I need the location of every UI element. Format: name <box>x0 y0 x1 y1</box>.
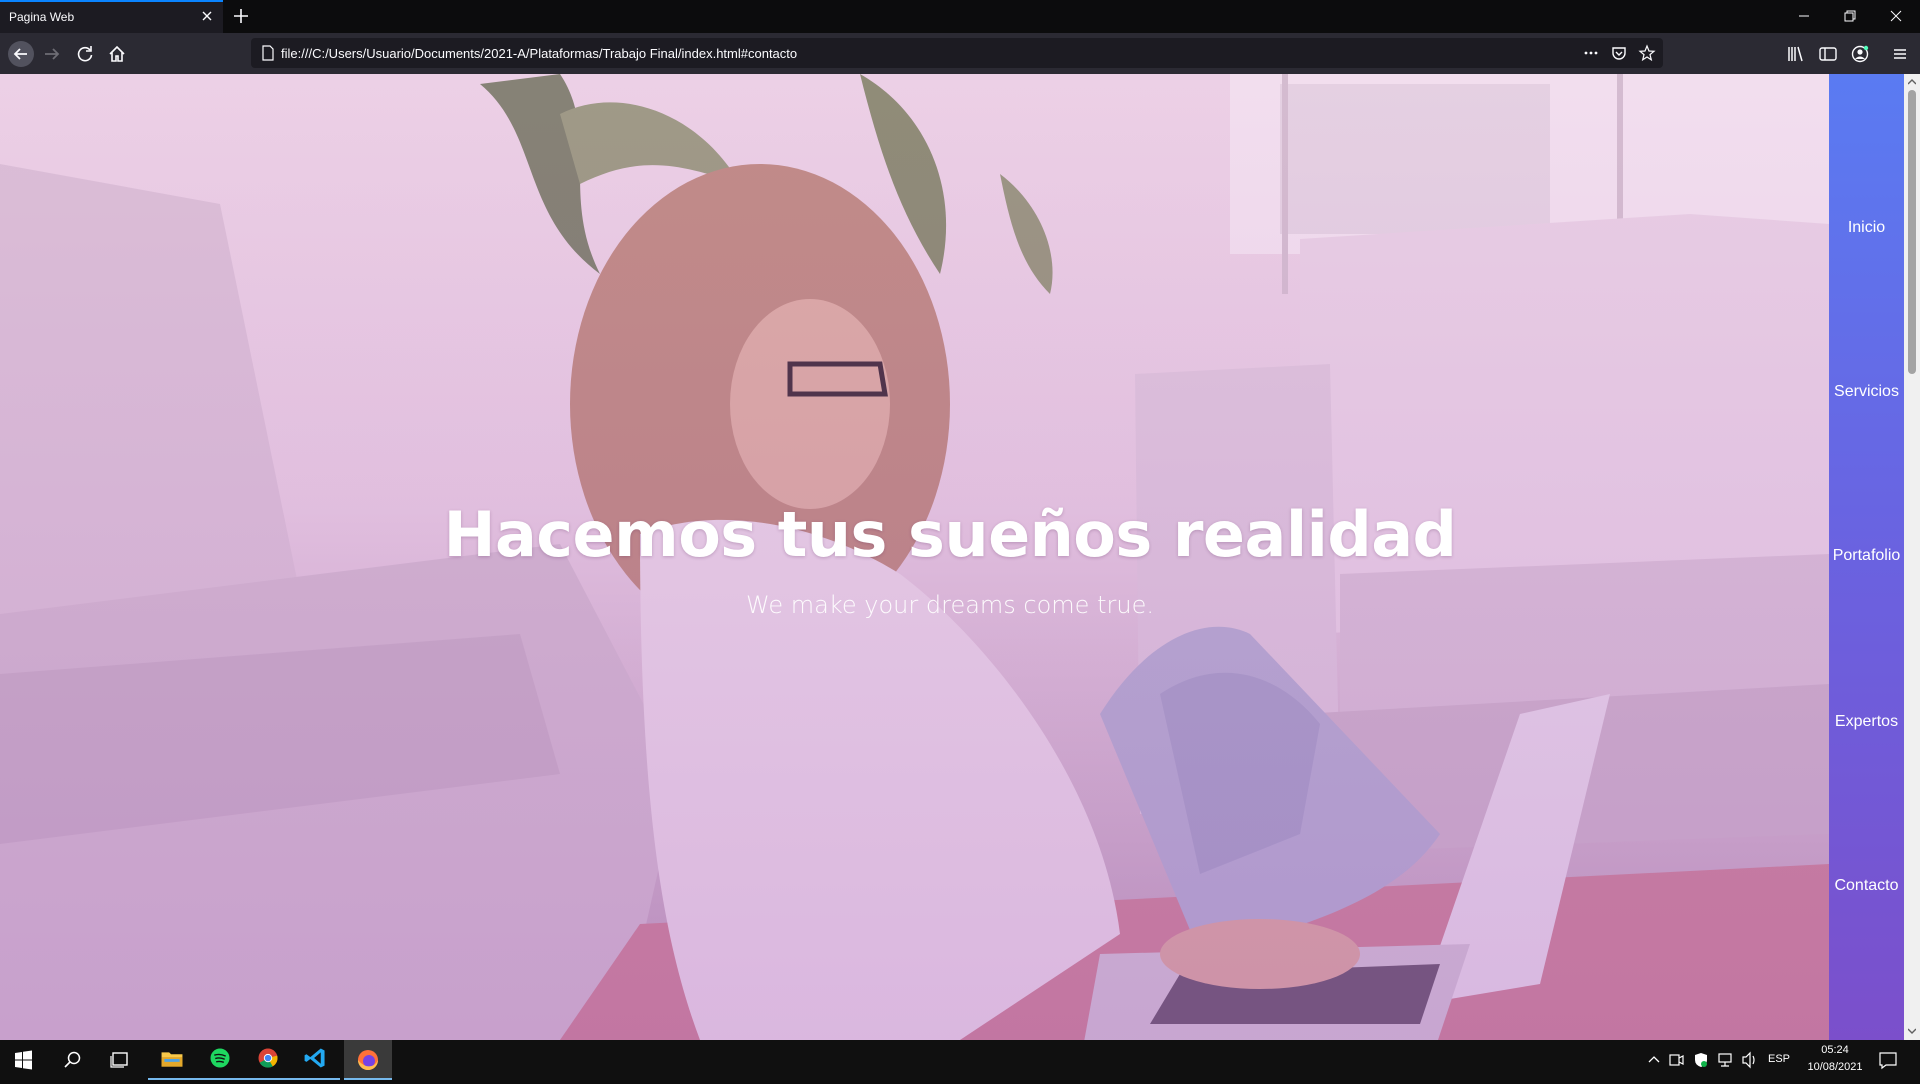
hero-title: Hacemos tus sueños realidad <box>443 498 1457 571</box>
new-tab-icon[interactable] <box>231 6 251 26</box>
spotify-icon[interactable] <box>196 1040 244 1080</box>
security-shield-icon[interactable] <box>1692 1040 1710 1080</box>
input-language[interactable]: ESP <box>1768 1053 1790 1065</box>
task-view-icon[interactable] <box>96 1040 144 1080</box>
url-text[interactable]: file:///C:/Users/Usuario/Documents/2021-… <box>281 46 797 61</box>
address-bar[interactable]: file:///C:/Users/Usuario/Documents/2021-… <box>251 38 1663 68</box>
search-icon[interactable] <box>48 1040 96 1080</box>
vscode-icon[interactable] <box>292 1040 340 1080</box>
nav-link-contacto[interactable]: Contacto <box>1829 877 1904 895</box>
back-icon[interactable] <box>8 41 34 67</box>
scrollbar-thumb[interactable] <box>1908 90 1916 374</box>
tab-title: Pagina Web <box>9 10 75 24</box>
clock-time[interactable]: 05:24 <box>1815 1044 1855 1056</box>
firefox-taskbar-button[interactable] <box>344 1040 392 1080</box>
library-icon[interactable] <box>1785 43 1807 65</box>
network-icon[interactable] <box>1716 1040 1736 1080</box>
page-icon <box>262 45 274 61</box>
close-tab-icon[interactable] <box>199 8 215 24</box>
tab-strip: Pagina Web <box>0 0 1920 33</box>
more-icon[interactable] <box>1582 44 1600 62</box>
hero-subtitle: We make your dreams come true. <box>746 591 1154 619</box>
firefox-icon <box>358 1050 378 1070</box>
navigation-toolbar: file:///C:/Users/Usuario/Documents/2021-… <box>0 33 1920 74</box>
nav-link-servicios[interactable]: Servicios <box>1829 383 1904 401</box>
restore-icon[interactable] <box>1840 6 1860 26</box>
reload-icon[interactable] <box>74 43 96 65</box>
sidebar-icon[interactable] <box>1817 43 1839 65</box>
notifications-icon[interactable] <box>1876 1040 1900 1080</box>
side-navigation: Inicio Servicios Portafolio Expertos Con… <box>1829 74 1904 1040</box>
pocket-icon[interactable] <box>1610 44 1628 62</box>
hero-section: Hacemos tus sueños realidad We make your… <box>0 74 1829 1040</box>
show-hidden-icons-icon[interactable] <box>1644 1040 1664 1080</box>
page-viewport: Hacemos tus sueños realidad We make your… <box>0 74 1920 1040</box>
windows-start-icon[interactable] <box>0 1040 48 1080</box>
windows-taskbar: ESP 05:24 10/08/2021 <box>0 1040 1920 1080</box>
meet-now-icon[interactable] <box>1667 1040 1685 1080</box>
close-window-icon[interactable] <box>1886 6 1906 26</box>
minimize-icon[interactable] <box>1794 6 1814 26</box>
nav-link-inicio[interactable]: Inicio <box>1829 219 1904 237</box>
browser-tab[interactable]: Pagina Web <box>0 0 223 33</box>
menu-icon[interactable] <box>1889 43 1911 65</box>
forward-icon[interactable] <box>41 43 63 65</box>
home-icon[interactable] <box>106 43 128 65</box>
chrome-icon[interactable] <box>244 1040 292 1080</box>
bookmark-star-icon[interactable] <box>1638 44 1656 62</box>
clock-date[interactable]: 10/08/2021 <box>1802 1061 1868 1073</box>
account-icon[interactable] <box>1849 43 1871 65</box>
scroll-up-icon[interactable] <box>1908 78 1916 86</box>
scroll-down-icon[interactable] <box>1908 1027 1916 1035</box>
file-explorer-icon[interactable] <box>148 1040 196 1080</box>
nav-link-expertos[interactable]: Expertos <box>1829 713 1904 731</box>
volume-icon[interactable] <box>1740 1040 1760 1080</box>
vertical-scrollbar[interactable] <box>1904 74 1920 1040</box>
nav-link-portafolio[interactable]: Portafolio <box>1829 547 1904 565</box>
